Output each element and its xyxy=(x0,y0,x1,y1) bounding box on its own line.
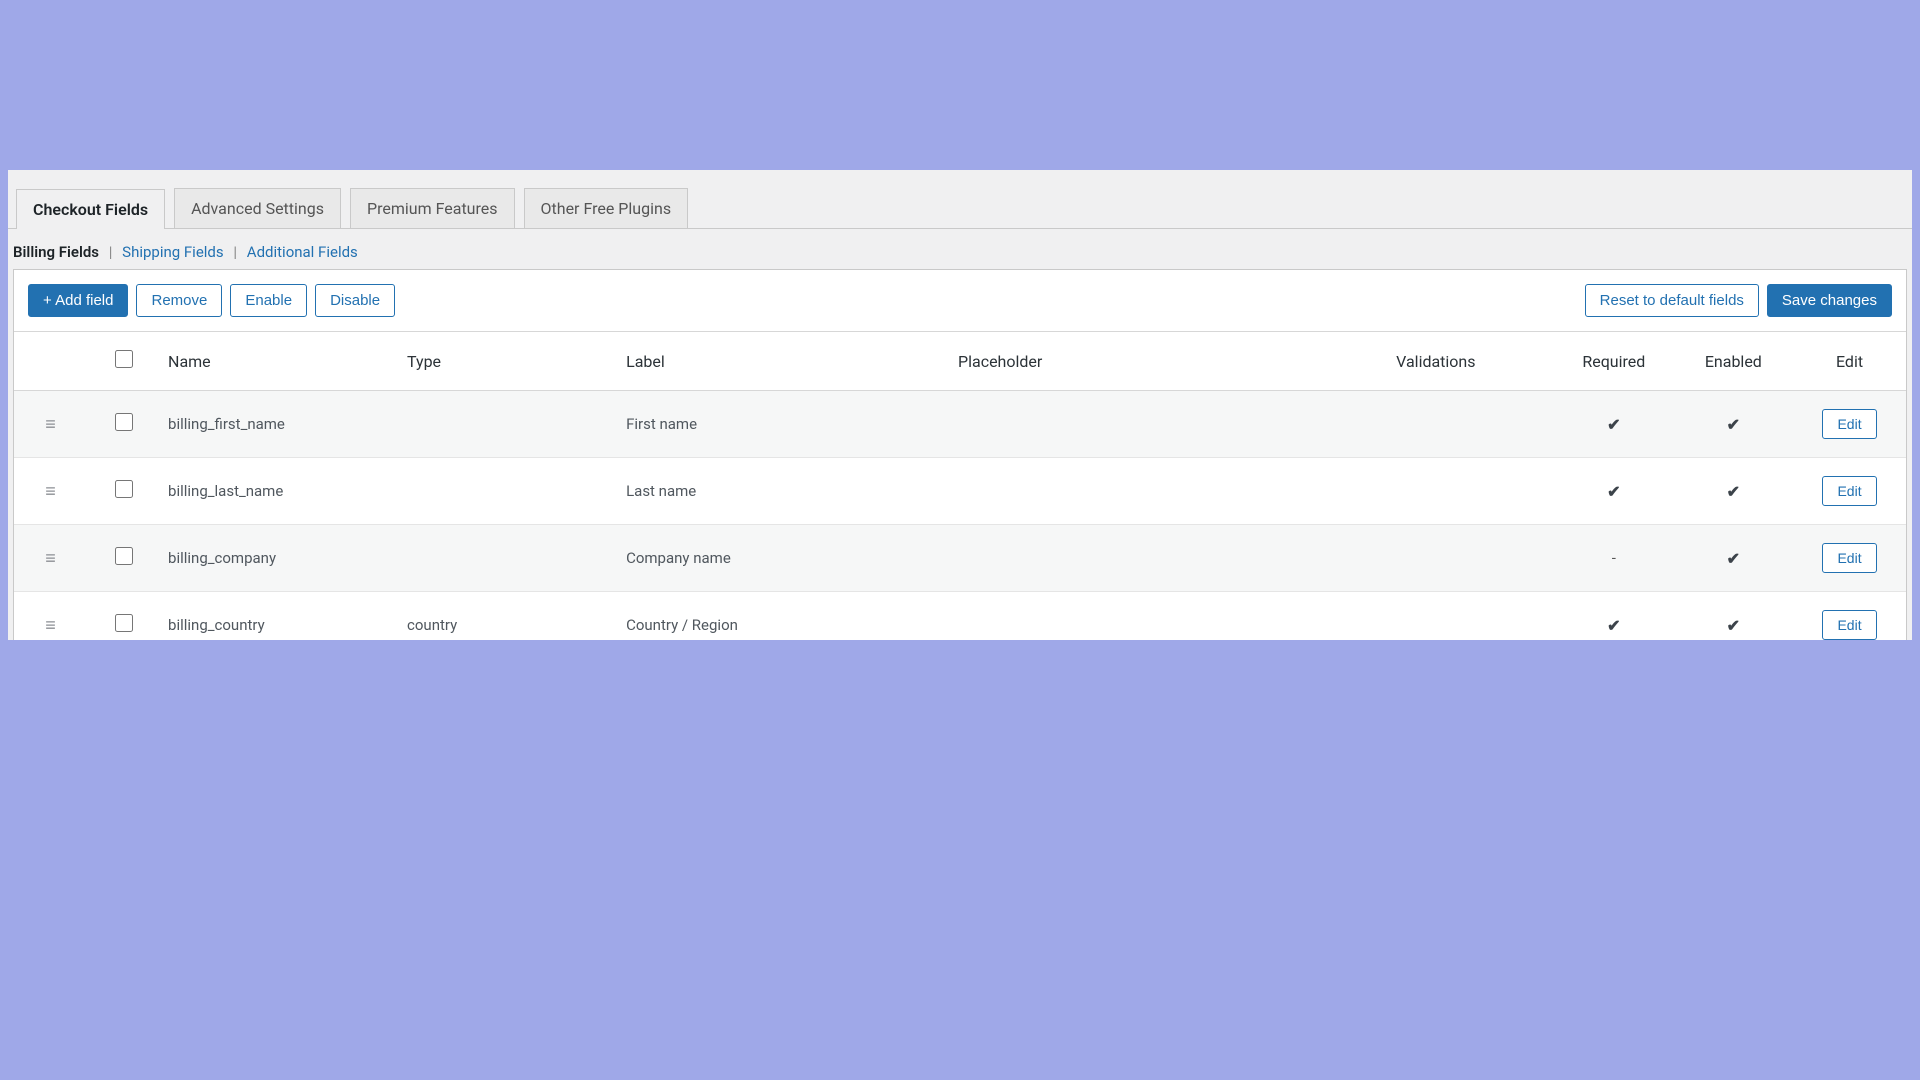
table-row: ≡ billing_last_name Last name ✔ ✔ Edit xyxy=(14,458,1906,525)
check-icon: ✔ xyxy=(1607,415,1620,434)
fields-panel: + Add field Remove Enable Disable Reset … xyxy=(13,269,1907,640)
col-name: Name xyxy=(160,332,399,391)
col-type: Type xyxy=(399,332,618,391)
check-icon: ✔ xyxy=(1727,549,1740,568)
row-checkbox[interactable] xyxy=(115,480,133,498)
cell-placeholder xyxy=(950,458,1388,525)
col-label: Label xyxy=(618,332,950,391)
subnav-current: Billing Fields xyxy=(13,243,99,261)
tab-advanced-settings[interactable]: Advanced Settings xyxy=(174,188,341,228)
check-icon: ✔ xyxy=(1727,415,1740,434)
row-checkbox[interactable] xyxy=(115,614,133,632)
cell-placeholder xyxy=(950,525,1388,592)
check-icon: ✔ xyxy=(1607,482,1620,501)
check-icon: ✔ xyxy=(1727,482,1740,501)
subnav: Billing Fields | Shipping Fields | Addit… xyxy=(8,229,1912,269)
col-drag xyxy=(14,332,87,391)
check-icon: ✔ xyxy=(1607,616,1620,635)
edit-row-button[interactable]: Edit xyxy=(1822,610,1876,640)
col-check xyxy=(87,332,160,391)
tabs-bar: Checkout Fields Advanced Settings Premiu… xyxy=(8,170,1912,229)
cell-validations xyxy=(1388,525,1554,592)
drag-handle-icon[interactable]: ≡ xyxy=(45,615,56,636)
edit-row-button[interactable]: Edit xyxy=(1822,476,1876,506)
cell-name: billing_last_name xyxy=(160,458,399,525)
cell-type xyxy=(399,525,618,592)
cell-placeholder xyxy=(950,391,1388,458)
cell-label: Company name xyxy=(618,525,950,592)
cell-validations xyxy=(1388,391,1554,458)
enable-button[interactable]: Enable xyxy=(230,284,307,317)
tab-premium-features[interactable]: Premium Features xyxy=(350,188,515,228)
edit-row-button[interactable]: Edit xyxy=(1822,409,1876,439)
content-frame: Checkout Fields Advanced Settings Premiu… xyxy=(8,170,1912,640)
row-checkbox[interactable] xyxy=(115,413,133,431)
drag-handle-icon[interactable]: ≡ xyxy=(45,414,56,435)
disable-button[interactable]: Disable xyxy=(315,284,395,317)
row-checkbox[interactable] xyxy=(115,547,133,565)
edit-row-button[interactable]: Edit xyxy=(1822,543,1876,573)
cell-type xyxy=(399,391,618,458)
cell-name: billing_company xyxy=(160,525,399,592)
cell-label: Last name xyxy=(618,458,950,525)
col-required: Required xyxy=(1554,332,1673,391)
table-row: ≡ billing_country country Country / Regi… xyxy=(14,592,1906,641)
remove-button[interactable]: Remove xyxy=(136,284,222,317)
tab-other-free-plugins[interactable]: Other Free Plugins xyxy=(524,188,689,228)
subnav-sep: | xyxy=(103,243,119,261)
cell-validations xyxy=(1388,592,1554,641)
drag-handle-icon[interactable]: ≡ xyxy=(45,481,56,502)
save-changes-button[interactable]: Save changes xyxy=(1767,284,1892,317)
cell-name: billing_country xyxy=(160,592,399,641)
col-validations: Validations xyxy=(1388,332,1554,391)
select-all-checkbox[interactable] xyxy=(115,350,133,368)
cell-type: country xyxy=(399,592,618,641)
subnav-shipping-fields[interactable]: Shipping Fields xyxy=(122,243,223,261)
cell-validations xyxy=(1388,458,1554,525)
cell-label: First name xyxy=(618,391,950,458)
col-placeholder: Placeholder xyxy=(950,332,1388,391)
fields-table: Name Type Label Placeholder Validations … xyxy=(14,331,1906,640)
cell-label: Country / Region xyxy=(618,592,950,641)
table-row: ≡ billing_first_name First name ✔ ✔ Edit xyxy=(14,391,1906,458)
tab-checkout-fields[interactable]: Checkout Fields xyxy=(16,189,165,229)
page-banner xyxy=(0,0,1920,170)
reset-default-button[interactable]: Reset to default fields xyxy=(1585,284,1759,317)
drag-handle-icon[interactable]: ≡ xyxy=(45,548,56,569)
col-enabled: Enabled xyxy=(1674,332,1793,391)
subnav-sep: | xyxy=(227,243,243,261)
cell-name: billing_first_name xyxy=(160,391,399,458)
toolbar: + Add field Remove Enable Disable Reset … xyxy=(14,270,1906,331)
table-row: ≡ billing_company Company name - ✔ Edit xyxy=(14,525,1906,592)
table-header-row: Name Type Label Placeholder Validations … xyxy=(14,332,1906,391)
add-field-button[interactable]: + Add field xyxy=(28,284,128,317)
col-edit: Edit xyxy=(1793,332,1906,391)
cell-type xyxy=(399,458,618,525)
dash-icon: - xyxy=(1612,549,1616,567)
check-icon: ✔ xyxy=(1727,616,1740,635)
cell-placeholder xyxy=(950,592,1388,641)
subnav-additional-fields[interactable]: Additional Fields xyxy=(247,243,358,261)
